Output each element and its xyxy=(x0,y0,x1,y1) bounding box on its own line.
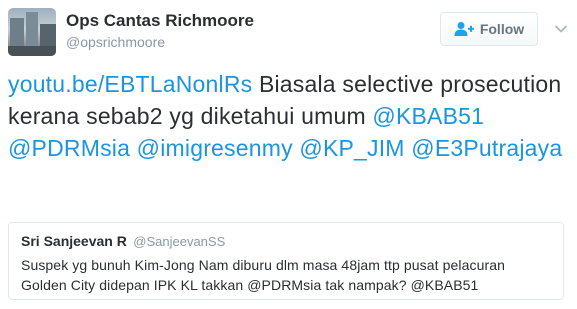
mention-link[interactable]: @imigresenmy xyxy=(137,135,293,161)
author-name[interactable]: Ops Cantas Richmoore xyxy=(66,11,254,31)
author-avatar[interactable] xyxy=(8,8,56,56)
tweet-text: youtu.be/EBTLaNonlRs Biasala selective p… xyxy=(8,68,568,164)
mention-link[interactable]: @PDRMsia xyxy=(8,135,130,161)
chevron-down-icon[interactable] xyxy=(554,22,568,36)
mention-link[interactable]: @E3Putrajaya xyxy=(411,135,562,161)
quoted-tweet-text: Suspek yg bunuh Kim-Jong Nam diburu dlm … xyxy=(21,257,506,293)
add-user-icon xyxy=(454,21,474,37)
avatar-street xyxy=(8,46,56,56)
follow-button[interactable]: Follow xyxy=(440,12,538,46)
quoted-tweet[interactable]: Sri Sanjeevan R @SanjeevanSS Suspek yg b… xyxy=(8,222,564,300)
mention-link[interactable]: @KP_JIM xyxy=(299,135,404,161)
tweet-link[interactable]: youtu.be/EBTLaNonlRs xyxy=(8,71,252,97)
follow-button-label: Follow xyxy=(479,21,525,37)
mention-link[interactable]: @KBAB51 xyxy=(372,103,484,129)
quoted-author-name: Sri Sanjeevan R xyxy=(21,233,127,249)
author-handle[interactable]: @opsrichmoore xyxy=(66,34,165,50)
quoted-author-handle: @SanjeevanSS xyxy=(133,234,226,249)
